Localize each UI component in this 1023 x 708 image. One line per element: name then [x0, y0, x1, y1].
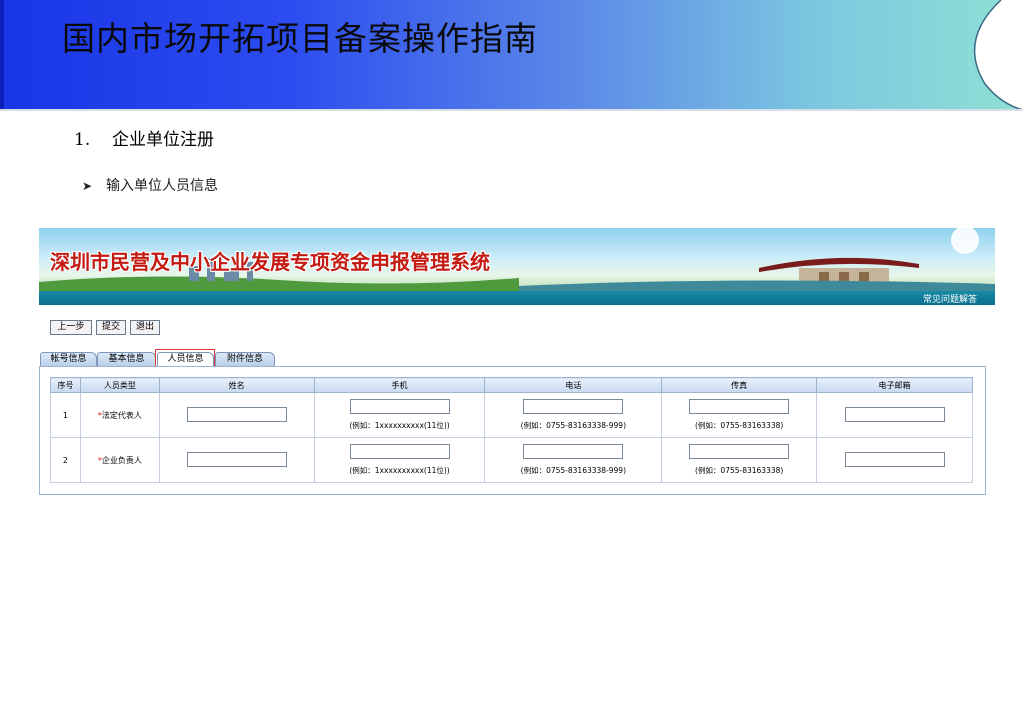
- name-cell: [158, 392, 315, 438]
- personnel-table: 序号 人员类型 姓名 手机 电话 传真 电子邮箱 1 *法定代表人 (例如：1x…: [50, 377, 973, 483]
- phone-input[interactable]: [523, 399, 624, 414]
- tab-basic-info[interactable]: 基本信息: [97, 352, 156, 366]
- mobile-hint: (例如：1xxxxxxxxxx(11位)): [349, 466, 450, 475]
- name-cell: [158, 437, 315, 483]
- section-number: 1.: [74, 130, 91, 150]
- section-title: 企业单位注册: [112, 130, 214, 150]
- slide-title: 国内市场开拓项目备案操作指南: [62, 19, 538, 58]
- mobile-hint: (例如：1xxxxxxxxxx(11位)): [349, 421, 450, 430]
- phone-hint: (例如：0755-83163338-999): [520, 421, 626, 430]
- column-header-mobile: 手机: [313, 377, 486, 393]
- prev-step-button[interactable]: 上一步: [50, 320, 92, 335]
- header-divider: [0, 109, 1023, 111]
- phone-cell: (例如：0755-83163338-999): [484, 437, 663, 483]
- column-header-fax: 传真: [661, 377, 818, 393]
- email-cell: [816, 437, 973, 483]
- section-heading: 1. 企业单位注册: [74, 125, 214, 150]
- mobile-input[interactable]: [349, 399, 450, 414]
- table-row: 1 *法定代表人 (例如：1xxxxxxxxxx(11位)) (例如：0755-…: [50, 392, 973, 438]
- arrow-bullet-icon: ➤: [82, 179, 93, 193]
- slide-header: 国内市场开拓项目备案操作指南: [0, 0, 1023, 110]
- mobile-cell: (例如：1xxxxxxxxxx(11位)): [313, 437, 486, 483]
- phone-cell: (例如：0755-83163338-999): [484, 392, 663, 438]
- column-header-index: 序号: [50, 377, 81, 393]
- row-index: 2: [50, 437, 81, 483]
- submit-button[interactable]: 提交: [96, 320, 126, 335]
- name-input[interactable]: [186, 451, 287, 467]
- mobile-cell: (例如：1xxxxxxxxxx(11位)): [313, 392, 486, 438]
- bullet-text: 输入单位人员信息: [106, 178, 218, 194]
- table-row: 2 *企业负责人 (例如：1xxxxxxxxxx(11位)) (例如：0755-…: [50, 437, 973, 483]
- fax-cell: (例如：0755-83163338): [661, 392, 818, 438]
- table-header-row: 序号 人员类型 姓名 手机 电话 传真 电子邮箱: [50, 377, 973, 393]
- mobile-input[interactable]: [349, 444, 450, 459]
- bullet-item: ➤ 输入单位人员信息: [82, 175, 218, 195]
- fax-cell: (例如：0755-83163338): [661, 437, 818, 483]
- tab-account-info[interactable]: 帐号信息: [40, 352, 97, 366]
- exit-button[interactable]: 退出: [130, 320, 160, 335]
- phone-hint: (例如：0755-83163338-999): [520, 466, 626, 475]
- column-header-name: 姓名: [158, 377, 315, 393]
- app-banner: 深圳市民营及中小企业发展专项资金申报管理系统: [39, 228, 995, 291]
- phone-input[interactable]: [523, 444, 624, 459]
- email-input[interactable]: [844, 406, 945, 422]
- faq-link[interactable]: 常见问题解答: [923, 292, 977, 305]
- corner-arc-decoration: [973, 0, 1023, 110]
- fax-input[interactable]: [689, 444, 790, 459]
- person-type-cell: *法定代表人: [79, 392, 160, 438]
- fax-input[interactable]: [689, 399, 790, 414]
- person-type-cell: *企业负责人: [79, 437, 160, 483]
- banner-title: 深圳市民营及中小企业发展专项资金申报管理系统: [50, 250, 490, 274]
- header-edge: [0, 0, 4, 110]
- person-type-label: 企业负责人: [101, 455, 142, 465]
- tab-attachment-info[interactable]: 附件信息: [215, 352, 275, 366]
- column-header-phone: 电话: [484, 377, 663, 393]
- column-header-email: 电子邮箱: [816, 377, 973, 393]
- column-header-type: 人员类型: [79, 377, 160, 393]
- email-input[interactable]: [844, 451, 945, 467]
- row-index: 1: [50, 392, 81, 438]
- person-type-label: 法定代表人: [101, 410, 142, 420]
- name-input[interactable]: [186, 406, 287, 422]
- fax-hint: (例如：0755-83163338): [695, 466, 784, 475]
- nav-strip: 常见问题解答: [39, 291, 995, 305]
- fax-hint: (例如：0755-83163338): [695, 421, 784, 430]
- email-cell: [816, 392, 973, 438]
